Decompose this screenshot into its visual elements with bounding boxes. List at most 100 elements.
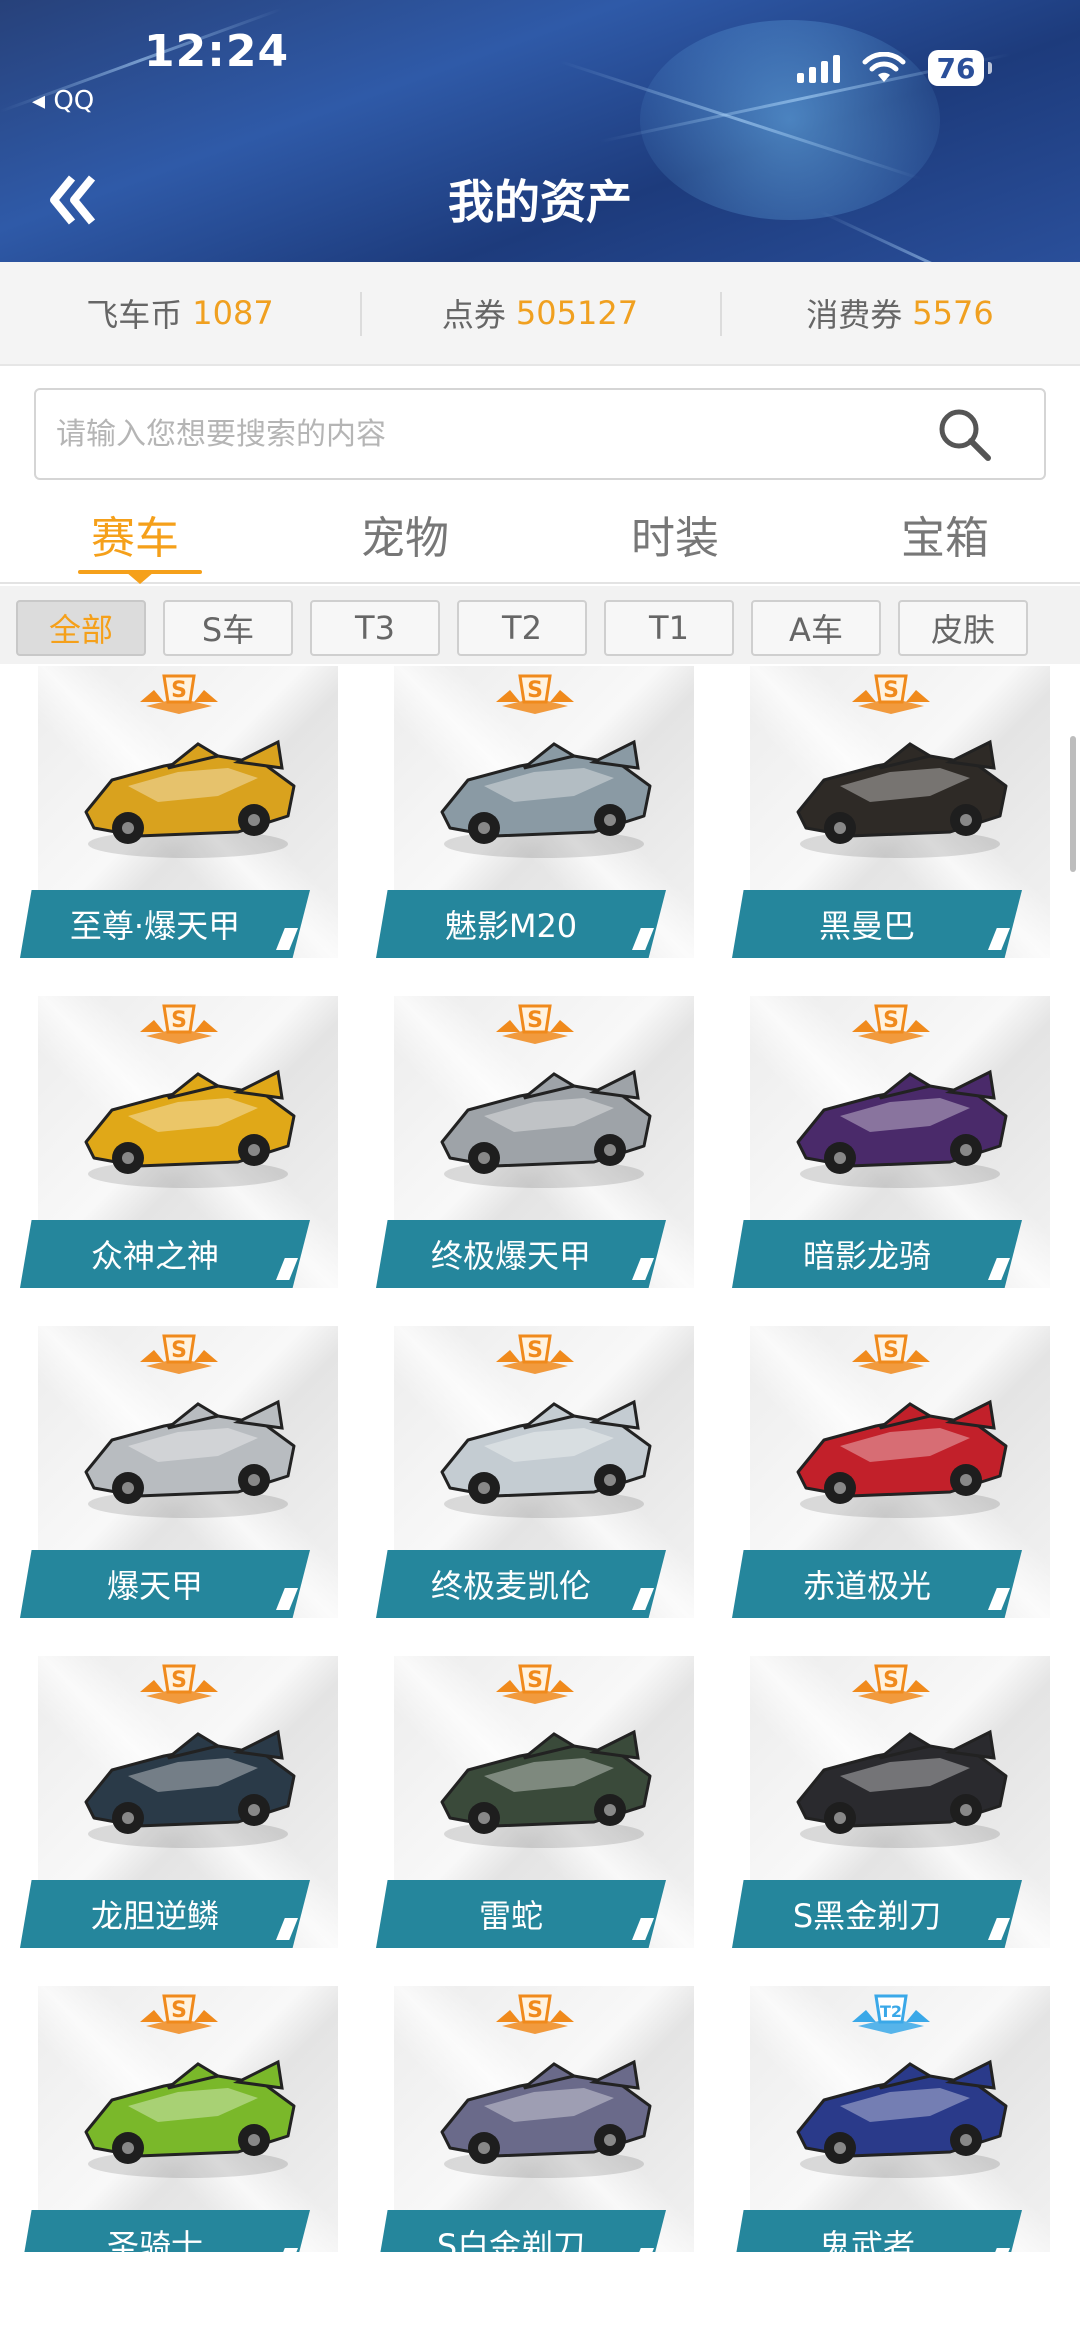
active-tab-caret-icon <box>126 572 154 584</box>
car-card[interactable]: S 众神之神 <box>20 996 338 1288</box>
race-car-icon <box>84 1069 296 1188</box>
car-name-label: 众神之神 <box>20 1220 310 1288</box>
car-name-label: 圣骑士 <box>20 2210 310 2252</box>
s-rank-badge-icon: S <box>140 1664 218 1704</box>
car-card[interactable]: S 爆天甲 <box>20 1326 338 1618</box>
currency-dianquan: 点券 505127 <box>360 262 720 364</box>
race-car-icon <box>440 739 652 858</box>
currency-xiaofeiquan: 消费券 5576 <box>720 262 1080 364</box>
s-rank-badge-icon: S <box>852 674 930 714</box>
race-car-icon <box>84 739 296 858</box>
car-name-label: 魅影M20 <box>376 890 666 958</box>
filter-t1[interactable]: T1 <box>604 600 734 656</box>
scrollbar[interactable] <box>1070 736 1076 872</box>
s-rank-badge-icon: S <box>496 1664 574 1704</box>
race-car-icon <box>796 1729 1008 1848</box>
tab-pets[interactable]: 宠物 <box>270 490 540 582</box>
race-car-icon <box>796 1399 1008 1518</box>
car-name-label: 至尊·爆天甲 <box>20 890 310 958</box>
currency-feichebi: 飞车币 1087 <box>0 262 360 364</box>
filter-t3[interactable]: T3 <box>310 600 440 656</box>
car-name-label: 终极麦凯伦 <box>376 1550 666 1618</box>
car-card[interactable]: S S黑金剃刀 <box>732 1656 1050 1948</box>
currency-value: 5576 <box>912 294 994 332</box>
filter-skin[interactable]: 皮肤 <box>898 600 1028 656</box>
status-icons: 76 <box>797 50 992 86</box>
car-card[interactable]: S 魅影M20 <box>376 666 694 958</box>
race-car-icon <box>440 1729 652 1848</box>
car-name-label: 爆天甲 <box>20 1550 310 1618</box>
s-rank-badge-icon: S <box>496 674 574 714</box>
car-card[interactable]: S 雷蛇 <box>376 1656 694 1948</box>
wifi-icon <box>862 52 906 82</box>
race-car-icon <box>440 1399 652 1518</box>
svg-text:S: S <box>171 1008 187 1033</box>
currency-name: 消费券 <box>806 296 903 334</box>
s-rank-badge-icon: S <box>852 1334 930 1374</box>
car-card[interactable]: S 龙胆逆鳞 <box>20 1656 338 1948</box>
t2-rank-badge-icon: T2 <box>852 1994 930 2034</box>
s-rank-badge-icon: S <box>140 1334 218 1374</box>
s-rank-badge-icon: S <box>496 1004 574 1044</box>
currency-name: 点券 <box>441 296 506 334</box>
bottom-area <box>0 2252 1080 2341</box>
car-card[interactable]: S S白金剃刀 <box>376 1986 694 2252</box>
car-name-label: 鬼武者 <box>732 2210 1022 2252</box>
svg-text:S: S <box>527 1338 543 1363</box>
car-card[interactable]: S 圣骑士 <box>20 1986 338 2252</box>
race-car-icon <box>84 1729 296 1848</box>
search-input[interactable] <box>36 390 896 478</box>
car-name-label: S黑金剃刀 <box>732 1880 1022 1948</box>
race-car-icon <box>796 1069 1008 1188</box>
svg-text:S: S <box>171 678 187 703</box>
svg-text:S: S <box>171 1338 187 1363</box>
s-rank-badge-icon: S <box>496 1334 574 1374</box>
page-title: 我的资产 <box>448 175 632 229</box>
filter-s-car[interactable]: S车 <box>163 600 293 656</box>
car-card[interactable]: S 终极麦凯伦 <box>376 1326 694 1618</box>
car-name-label: 赤道极光 <box>732 1550 1022 1618</box>
filter-t2[interactable]: T2 <box>457 600 587 656</box>
race-car-icon <box>796 739 1008 858</box>
race-car-icon <box>440 1069 652 1188</box>
tab-chests[interactable]: 宝箱 <box>810 490 1080 582</box>
car-name-label: 终极爆天甲 <box>376 1220 666 1288</box>
currency-value: 1087 <box>192 294 274 332</box>
status-time: 12:24 <box>144 26 290 77</box>
car-card[interactable]: T2 鬼武者 <box>732 1986 1050 2252</box>
s-rank-badge-icon: S <box>852 1004 930 1044</box>
s-rank-badge-icon: S <box>852 1664 930 1704</box>
car-name-label: 黑曼巴 <box>732 890 1022 958</box>
search-icon[interactable] <box>934 404 994 464</box>
filter-a-car[interactable]: A车 <box>751 600 881 656</box>
header: 12:24 ◂ QQ 76 我的资产 <box>0 0 1080 262</box>
svg-text:S: S <box>527 678 543 703</box>
car-card[interactable]: S 暗影龙骑 <box>732 996 1050 1288</box>
tab-fashion[interactable]: 时装 <box>540 490 810 582</box>
svg-text:S: S <box>883 678 899 703</box>
filter-bar: 全部 S车 T3 T2 T1 A车 皮肤 <box>0 586 1080 664</box>
currency-value: 505127 <box>515 294 639 332</box>
s-rank-badge-icon: S <box>140 674 218 714</box>
race-car-icon <box>440 2059 652 2178</box>
status-back-app[interactable]: ◂ QQ <box>32 86 94 116</box>
svg-text:T2: T2 <box>880 2002 902 2021</box>
car-name-label: S白金剃刀 <box>376 2210 666 2252</box>
svg-text:S: S <box>883 1338 899 1363</box>
tab-cars[interactable]: 赛车 <box>0 490 270 582</box>
car-card[interactable]: S 黑曼巴 <box>732 666 1050 958</box>
signal-icon <box>797 53 840 83</box>
svg-text:S: S <box>883 1668 899 1693</box>
svg-text:S: S <box>171 1668 187 1693</box>
svg-text:S: S <box>527 1008 543 1033</box>
svg-text:S: S <box>883 1008 899 1033</box>
car-card[interactable]: S 终极爆天甲 <box>376 996 694 1288</box>
currency-name: 飞车币 <box>86 296 183 334</box>
car-card[interactable]: S 赤道极光 <box>732 1326 1050 1618</box>
s-rank-badge-icon: S <box>140 1004 218 1044</box>
search-box <box>34 388 1046 480</box>
currency-bar: 飞车币 1087 点券 505127 消费券 5576 <box>0 262 1080 366</box>
filter-all[interactable]: 全部 <box>16 600 146 656</box>
race-car-icon <box>796 2059 1008 2178</box>
car-card[interactable]: S 至尊·爆天甲 <box>20 666 338 958</box>
